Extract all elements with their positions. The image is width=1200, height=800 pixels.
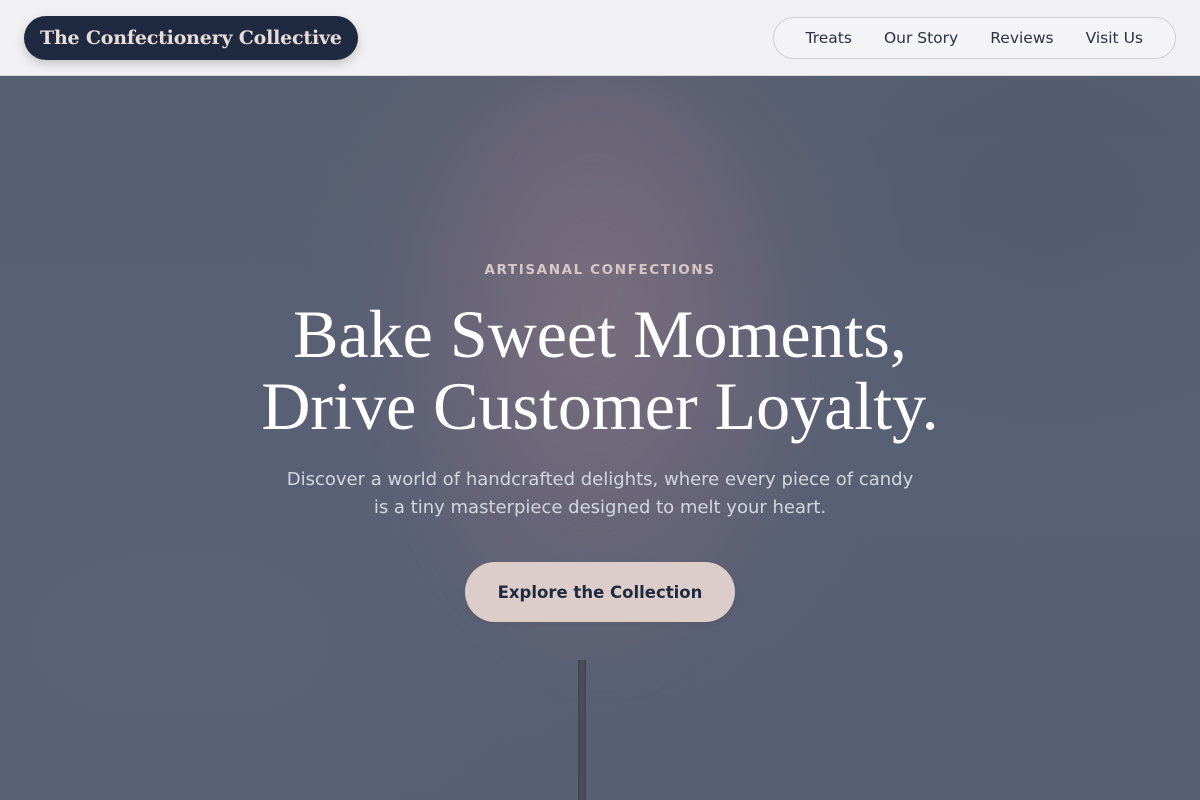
site-header: The Confectionery Collective Treats Our … (0, 0, 1200, 76)
brand-logo[interactable]: The Confectionery Collective (24, 16, 358, 60)
hero-section: ARTISANAL CONFECTIONS Bake Sweet Moments… (0, 0, 1200, 800)
hero-subheading-line-2: is a tiny masterpiece designed to melt y… (373, 497, 827, 518)
hero-eyebrow: ARTISANAL CONFECTIONS (484, 262, 716, 278)
hero-headline-line-2: Drive Customer Loyalty. (261, 368, 939, 444)
nav-link-our-story[interactable]: Our Story (868, 29, 974, 47)
nav-link-reviews[interactable]: Reviews (974, 29, 1069, 47)
page: The Confectionery Collective Treats Our … (0, 0, 1200, 800)
main-nav: Treats Our Story Reviews Visit Us (772, 17, 1176, 59)
nav-link-treats[interactable]: Treats (790, 29, 868, 47)
nav-link-visit-us[interactable]: Visit Us (1070, 29, 1159, 47)
hero-subheading-line-1: Discover a world of handcrafted delights… (286, 469, 914, 490)
explore-collection-label: Explore the Collection (497, 582, 703, 602)
explore-collection-button[interactable]: Explore the Collection (465, 562, 735, 622)
brand-name: The Confectionery Collective (40, 27, 342, 49)
hero-headline-line-1: Bake Sweet Moments, (293, 296, 907, 372)
hero-headline: Bake Sweet Moments, Drive Customer Loyal… (0, 298, 1200, 442)
hero-subheading: Discover a world of handcrafted delights… (250, 466, 950, 522)
